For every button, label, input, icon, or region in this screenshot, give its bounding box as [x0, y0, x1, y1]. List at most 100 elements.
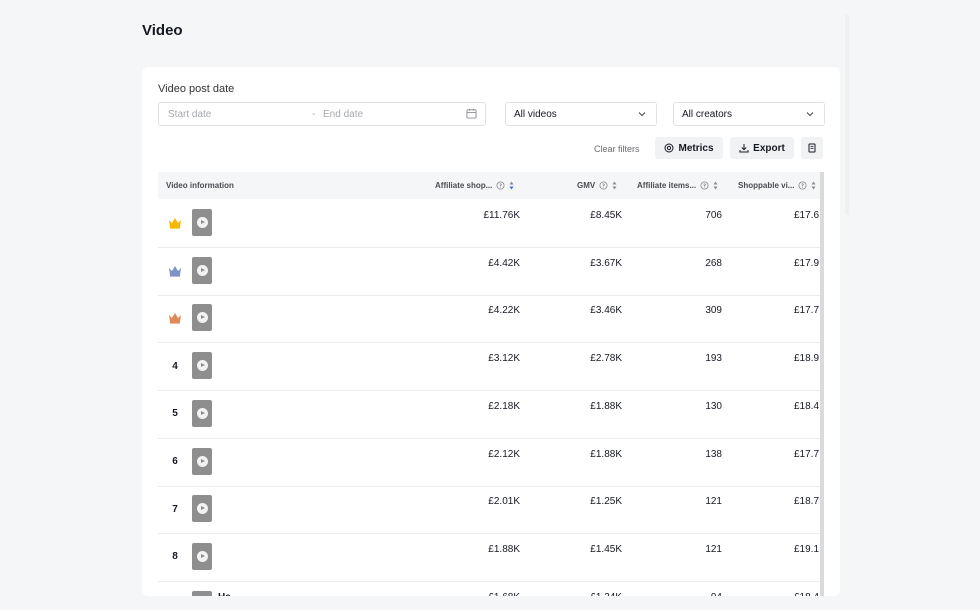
play-icon [196, 455, 208, 467]
affiliate-shop-value: £4.22K [488, 305, 520, 317]
video-title[interactable]: Ha... [218, 592, 239, 596]
metrics-label: Metrics [678, 142, 714, 154]
header-gmv-label: GMV [577, 181, 596, 190]
play-icon [196, 550, 208, 562]
sort-icon[interactable] [612, 181, 617, 190]
shoppable-value: £19.1 [794, 543, 820, 555]
help-icon[interactable]: ? [599, 181, 608, 190]
affiliate-shop-value: £2.01K [488, 496, 520, 508]
play-icon [196, 503, 208, 515]
download-icon [739, 144, 749, 153]
table-row[interactable]: 5 £2.18K £1.88K 130 £18.4 [158, 391, 823, 439]
video-thumbnail[interactable] [192, 590, 212, 596]
shoppable-value: £18.9 [794, 353, 820, 365]
right-panel-divider [845, 15, 849, 215]
calendar-icon [466, 108, 477, 119]
video-thumbnail[interactable] [192, 447, 212, 475]
gmv-value: £8.45K [590, 210, 622, 221]
date-range-picker[interactable]: Start date - End date [158, 102, 486, 126]
affiliate-items-value: 121 [705, 496, 722, 508]
page-title: Video [142, 22, 183, 39]
table-header: Video information Affiliate shop... ? GM… [158, 172, 823, 199]
affiliate-items-value: 706 [705, 210, 722, 221]
gmv-value: £3.67K [590, 257, 622, 269]
video-thumbnail[interactable] [192, 352, 212, 380]
table-row[interactable]: £4.22K £3.46K 309 £17.7 [158, 295, 823, 344]
chevron-down-icon [638, 112, 646, 117]
table-row[interactable]: £11.76K £8.45K 706 £17.6 [158, 200, 823, 248]
affiliate-items-value: 130 [705, 400, 722, 412]
table-row[interactable]: £4.42K £3.67K 268 £17.9 [158, 248, 823, 296]
table-row[interactable]: 9Ha...£1.68K£1.34K94£18.4 [158, 582, 823, 596]
silver-crown-icon [166, 262, 184, 280]
metrics-icon [664, 143, 674, 153]
start-date-input[interactable]: Start date [168, 109, 211, 120]
creators-select[interactable]: All creators [673, 102, 825, 126]
clear-filters-button[interactable]: Clear filters [594, 144, 640, 154]
metrics-button[interactable]: Metrics [655, 137, 723, 159]
affiliate-shop-value: £3.12K [488, 353, 520, 365]
header-video-info: Video information [166, 181, 234, 190]
rank-number: 4 [172, 360, 178, 372]
rank-number: 7 [172, 503, 178, 515]
header-affiliate-shop[interactable]: Affiliate shop... ? [435, 181, 514, 190]
table-row[interactable]: 4 £3.12K £2.78K 193 £18.9 [158, 343, 823, 392]
header-shoppable-label: Shoppable vi... [738, 181, 795, 190]
videos-select-value: All videos [514, 109, 557, 120]
gmv-value: £3.46K [590, 305, 622, 317]
rank-number: 8 [172, 551, 178, 563]
video-thumbnail[interactable] [192, 542, 212, 570]
header-affiliate-items[interactable]: Affiliate items... ? [637, 181, 718, 190]
video-thumbnail[interactable] [192, 399, 212, 427]
table-row[interactable]: 7 £2.01K £1.25K 121 £18.7 [158, 486, 823, 535]
export-button[interactable]: Export [730, 137, 794, 159]
video-thumbnail[interactable] [192, 304, 212, 332]
gmv-value: £1.88K [590, 400, 622, 412]
shoppable-value: £17.6 [794, 210, 820, 221]
affiliate-shop-value: £11.76K [483, 210, 520, 221]
header-video-label: Video information [166, 181, 234, 190]
video-thumbnail[interactable] [192, 495, 212, 523]
sort-icon[interactable] [509, 181, 514, 190]
help-icon[interactable]: ? [798, 181, 807, 190]
shoppable-value: £17.9 [794, 257, 820, 269]
header-shoppable-videos[interactable]: Shoppable vi... ? [738, 181, 816, 190]
rank-number: 5 [172, 408, 178, 420]
export-label: Export [753, 142, 785, 154]
gmv-value: £1.25K [590, 496, 622, 508]
play-icon [196, 360, 208, 372]
affiliate-items-value: 268 [705, 257, 722, 269]
play-icon [196, 217, 208, 228]
sort-icon[interactable] [713, 181, 718, 190]
gmv-value: £2.78K [590, 353, 622, 365]
bronze-crown-icon [166, 309, 184, 327]
affiliate-items-value: 94 [652, 592, 722, 596]
header-gmv[interactable]: GMV ? [577, 181, 617, 190]
affiliate-items-value: 121 [705, 543, 722, 555]
creators-select-value: All creators [682, 109, 733, 120]
video-card: Video post date Start date - End date Al… [142, 67, 840, 596]
affiliate-items-value: 138 [705, 448, 722, 460]
gmv-value: £1.45K [590, 543, 622, 555]
svg-text:?: ? [801, 183, 804, 189]
affiliate-shop-value: £1.88K [488, 543, 520, 555]
play-icon [196, 312, 208, 324]
svg-text:?: ? [499, 183, 502, 189]
sort-icon[interactable] [811, 181, 816, 190]
table-scrollbar[interactable] [820, 172, 824, 596]
gold-crown-icon [166, 214, 184, 232]
header-affiliate-label: Affiliate shop... [435, 181, 493, 190]
shoppable-value: £17.7 [794, 305, 820, 317]
videos-select[interactable]: All videos [505, 102, 657, 126]
report-button[interactable] [801, 137, 823, 159]
help-icon[interactable]: ? [700, 181, 709, 190]
table-row[interactable]: 8 £1.88K £1.45K 121 £19.1 [158, 534, 823, 582]
table-row[interactable]: 6 £2.12K £1.88K 138 £17.7 [158, 439, 823, 487]
end-date-input[interactable]: End date [323, 109, 363, 120]
video-thumbnail[interactable] [192, 209, 212, 236]
gmv-value: £1.88K [590, 448, 622, 460]
help-icon[interactable]: ? [496, 181, 505, 190]
play-icon [196, 264, 208, 276]
video-thumbnail[interactable] [192, 256, 212, 284]
affiliate-shop-value: £2.12K [488, 448, 520, 460]
